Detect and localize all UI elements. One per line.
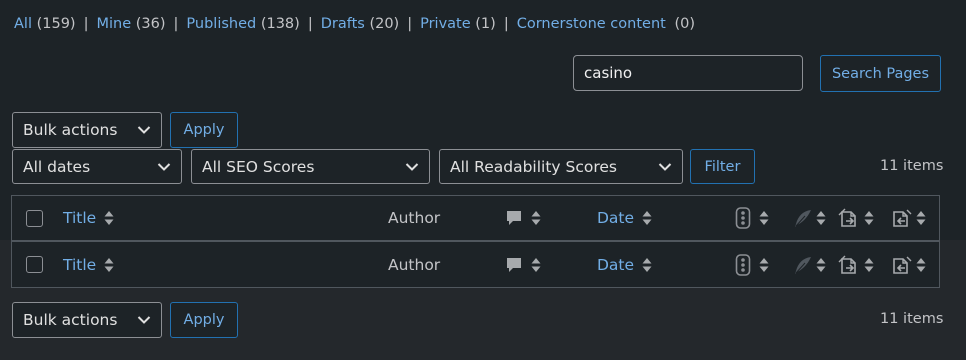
filter-drafts[interactable]: Drafts (20) [321, 16, 399, 32]
column-date-footer[interactable]: Date [597, 256, 634, 274]
search-input[interactable] [573, 55, 803, 91]
sort-arrows-icon[interactable] [864, 257, 874, 273]
filter-all[interactable]: All (159) [14, 16, 76, 32]
column-author: Author [388, 209, 441, 227]
select-all-checkbox[interactable] [26, 209, 43, 227]
column-date[interactable]: Date [597, 209, 634, 227]
chevron-down-icon [137, 316, 151, 324]
sort-arrows-icon[interactable] [104, 257, 114, 273]
apply-button-top[interactable]: Apply [170, 112, 238, 148]
sort-arrows-icon[interactable] [916, 257, 926, 273]
outgoing-links-icon[interactable] [838, 207, 860, 229]
incoming-links-icon[interactable] [890, 254, 912, 276]
filter-mine[interactable]: Mine (36) [96, 16, 165, 32]
sort-arrows-icon[interactable] [759, 210, 769, 226]
sort-arrows-icon[interactable] [642, 210, 652, 226]
traffic-light-icon[interactable] [735, 207, 751, 229]
select-all-checkbox-footer[interactable] [26, 256, 43, 273]
readability-filter-value: All Readability Scores [450, 157, 618, 176]
column-author-footer: Author [388, 255, 441, 274]
column-title-footer[interactable]: Title [63, 256, 96, 274]
sort-arrows-icon[interactable] [916, 210, 926, 226]
apply-button-bottom[interactable]: Apply [170, 302, 238, 338]
bulk-actions-value-bottom: Bulk actions [23, 311, 118, 329]
filter-button[interactable]: Filter [690, 149, 755, 184]
table-footer-row: Title Author Date [11, 241, 940, 288]
sort-arrows-icon[interactable] [864, 210, 874, 226]
table-header-row: Title Author Date [11, 195, 940, 241]
seo-filter-value: All SEO Scores [202, 157, 315, 176]
readability-scores-filter-select[interactable]: All Readability Scores [439, 149, 683, 184]
filter-cornerstone[interactable]: Cornerstone content (0) [517, 16, 695, 32]
sort-arrows-icon[interactable] [531, 257, 541, 273]
status-filter-links: All (159) | Mine (36) | Published (138) | Draf… [14, 16, 695, 32]
sort-arrows-icon[interactable] [816, 257, 826, 273]
filter-private[interactable]: Private (1) [420, 16, 496, 32]
chevron-down-icon [137, 126, 151, 134]
dates-filter-value: All dates [23, 157, 91, 176]
chevron-down-icon [157, 162, 171, 171]
sort-arrows-icon[interactable] [531, 210, 541, 226]
sort-arrows-icon[interactable] [642, 257, 652, 273]
items-count-top: 11 items [880, 158, 944, 174]
search-pages-button[interactable]: Search Pages [820, 55, 941, 92]
dates-filter-select[interactable]: All dates [12, 149, 182, 184]
column-title[interactable]: Title [63, 209, 96, 227]
filter-published[interactable]: Published (138) [186, 16, 299, 32]
bulk-actions-select-bottom[interactable]: Bulk actions [12, 302, 162, 338]
outgoing-links-icon[interactable] [838, 254, 860, 276]
incoming-links-icon[interactable] [890, 207, 912, 229]
comment-bubble-icon[interactable] [505, 209, 523, 227]
bulk-actions-select-top[interactable]: Bulk actions [12, 112, 162, 148]
items-count-bottom: 11 items [880, 311, 944, 327]
sort-arrows-icon[interactable] [104, 210, 114, 226]
chevron-down-icon [405, 162, 419, 171]
sort-arrows-icon[interactable] [759, 257, 769, 273]
feather-icon[interactable] [793, 255, 813, 275]
chevron-down-icon [658, 162, 672, 171]
seo-scores-filter-select[interactable]: All SEO Scores [191, 149, 430, 184]
bulk-actions-value: Bulk actions [23, 121, 118, 139]
comment-bubble-icon[interactable] [505, 256, 523, 274]
traffic-light-icon[interactable] [735, 253, 751, 276]
sort-arrows-icon[interactable] [816, 210, 826, 226]
feather-icon[interactable] [793, 208, 813, 228]
